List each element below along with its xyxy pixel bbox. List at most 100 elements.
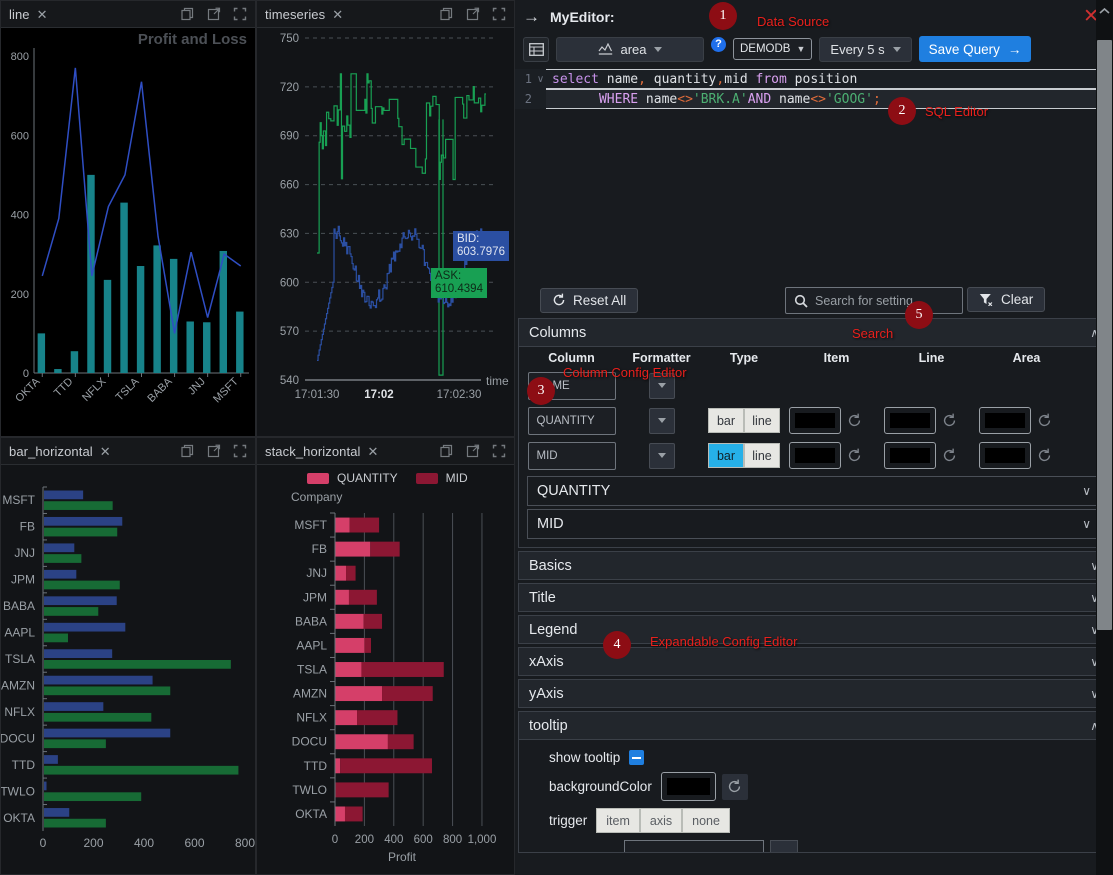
svg-text:400: 400 xyxy=(384,834,403,846)
copy-icon[interactable] xyxy=(181,7,195,21)
chevron-down-icon: ∨ xyxy=(1082,484,1091,498)
popout-icon[interactable] xyxy=(466,444,480,458)
svg-text:720: 720 xyxy=(280,82,299,94)
svg-text:800: 800 xyxy=(235,836,255,850)
ask-tooltip: ASK: 610.4394 xyxy=(431,268,487,298)
close-icon[interactable]: ✕ xyxy=(100,445,111,458)
collapse-arrow-icon[interactable]: → xyxy=(523,7,540,27)
reset-icon[interactable] xyxy=(938,442,960,469)
table-icon[interactable] xyxy=(523,36,549,62)
section-title-header[interactable]: Title ∨ xyxy=(518,583,1110,612)
item-color-swatch[interactable] xyxy=(789,407,841,434)
line-color-swatch[interactable] xyxy=(884,442,936,469)
area-color-swatch[interactable] xyxy=(979,407,1031,434)
sql-line-number: 2 xyxy=(524,92,532,106)
sql-line-1-text[interactable]: select name, quantity,mid from position xyxy=(546,69,1113,89)
trigger-option-axis[interactable]: axis xyxy=(639,808,683,833)
copy-icon[interactable] xyxy=(181,444,195,458)
chart-type-selector[interactable]: area xyxy=(556,36,704,62)
reset-icon[interactable] xyxy=(843,407,865,434)
background-color-swatch[interactable] xyxy=(660,772,716,801)
clear-button[interactable]: Clear xyxy=(967,287,1046,312)
fullscreen-icon[interactable] xyxy=(233,7,247,21)
close-icon[interactable]: ✕ xyxy=(368,445,379,458)
search-setting-box[interactable] xyxy=(785,287,963,314)
sql-line-2-text[interactable]: WHERE name<>'BRK.A'AND name<>'GOOG'; xyxy=(546,89,1113,109)
sql-editor-empty-area[interactable] xyxy=(515,109,1113,264)
section-columns-header[interactable]: Columns ∧ xyxy=(518,318,1110,347)
close-icon[interactable]: ✕ xyxy=(332,8,343,21)
datasource-value: DEMODB xyxy=(740,43,791,55)
tooltip-extra-stepper[interactable] xyxy=(770,840,798,852)
area-color-swatch[interactable] xyxy=(979,442,1031,469)
panel-actions xyxy=(181,444,247,458)
column-name-input[interactable]: MID xyxy=(527,441,616,470)
sql-editor[interactable]: 1 ∨ select name, quantity,mid from posit… xyxy=(515,69,1113,264)
fullscreen-icon[interactable] xyxy=(492,444,506,458)
popout-icon[interactable] xyxy=(207,7,221,21)
fold-icon[interactable]: ∨ xyxy=(535,74,546,85)
svg-text:630: 630 xyxy=(280,228,299,240)
reset-icon[interactable] xyxy=(1033,407,1055,434)
table-row: MID bar line xyxy=(519,438,1109,473)
trigger-option-item[interactable]: item xyxy=(596,808,640,833)
popout-icon[interactable] xyxy=(207,444,221,458)
popout-icon[interactable] xyxy=(466,7,480,21)
column-name-input[interactable]: QUANTITY xyxy=(527,406,616,435)
reset-icon[interactable] xyxy=(938,407,960,434)
svg-text:FB: FB xyxy=(312,542,327,556)
formatter-dropdown[interactable] xyxy=(648,407,675,434)
panel-header-bar-horizontal: bar_horizontal ✕ xyxy=(1,438,255,465)
config-toolbar: Reset All Clear xyxy=(515,282,1113,318)
help-icon[interactable]: ? xyxy=(711,36,726,52)
svg-text:AMZN: AMZN xyxy=(293,687,327,701)
svg-text:TTD: TTD xyxy=(12,758,36,772)
scrollbar-thumb[interactable] xyxy=(1097,40,1112,630)
reset-icon[interactable] xyxy=(1033,442,1055,469)
section-basics-title: Basics xyxy=(529,557,572,574)
subsection-mid[interactable]: MID ∨ xyxy=(527,509,1101,539)
fullscreen-icon[interactable] xyxy=(492,7,506,21)
section-basics: Basics ∨ xyxy=(518,551,1110,580)
section-tooltip-body: show tooltip backgroundColor trigger ite… xyxy=(518,740,1110,853)
chart-bar-horizontal-canvas: MSFT FB JNJ JPM BABA AAPL TSLA AMZN NFLX DOCU TTD T… xyxy=(1,465,255,874)
copy-icon[interactable] xyxy=(440,444,454,458)
save-query-label: Save Query xyxy=(928,41,1000,57)
copy-icon[interactable] xyxy=(440,7,454,21)
refresh-interval-selector[interactable]: Every 5 s xyxy=(819,36,912,62)
scrollbar-track[interactable] xyxy=(1096,0,1113,875)
subsection-quantity-label: QUANTITY xyxy=(537,483,611,499)
reset-all-button[interactable]: Reset All xyxy=(540,287,639,313)
save-query-button[interactable]: Save Query → xyxy=(918,36,1032,62)
reset-icon[interactable] xyxy=(843,442,865,469)
formatter-dropdown[interactable] xyxy=(648,442,675,469)
item-color-swatch[interactable] xyxy=(789,442,841,469)
charts-row-top: line ✕ Profit and Loss 0 200 400 600 800 OKTA… xyxy=(0,0,515,437)
show-tooltip-checkbox[interactable] xyxy=(629,750,645,765)
panel-header-line: line ✕ xyxy=(1,1,255,28)
section-tooltip-header[interactable]: tooltip ∧ xyxy=(518,711,1110,740)
subsection-quantity[interactable]: QUANTITY ∨ xyxy=(527,476,1101,506)
svg-text:JNJ: JNJ xyxy=(14,546,35,560)
reset-icon[interactable] xyxy=(721,773,748,800)
type-option-bar[interactable]: bar xyxy=(708,408,744,433)
section-basics-header[interactable]: Basics ∨ xyxy=(518,551,1110,580)
close-icon[interactable]: ✕ xyxy=(37,8,48,21)
line-color-swatch[interactable] xyxy=(884,407,936,434)
type-option-line[interactable]: line xyxy=(744,408,780,433)
trigger-option-none[interactable]: none xyxy=(682,808,730,833)
svg-text:17:02:30: 17:02:30 xyxy=(437,389,482,401)
clear-label: Clear xyxy=(1001,292,1034,307)
bid-tooltip: BID: 603.7976 xyxy=(453,231,509,261)
type-option-line[interactable]: line xyxy=(744,443,780,468)
svg-text:TSLA: TSLA xyxy=(5,652,35,666)
panel-title-timeseries: timeseries xyxy=(265,6,326,22)
section-yaxis-header[interactable]: yAxis ∨ xyxy=(518,679,1110,708)
section-title: Title ∨ xyxy=(518,583,1110,612)
chart-stack-horizontal-canvas: MSFT FB JNJ JPM BABA AAPL TSLA AMZN NFLX DOCU TTD T… xyxy=(257,465,514,874)
tooltip-extra-input[interactable] xyxy=(624,840,764,852)
fullscreen-icon[interactable] xyxy=(233,444,247,458)
datasource-selector[interactable]: DEMODB ▼ xyxy=(733,38,813,60)
scroll-up-arrow-icon[interactable] xyxy=(1096,2,1113,18)
type-option-bar[interactable]: bar xyxy=(708,443,744,468)
